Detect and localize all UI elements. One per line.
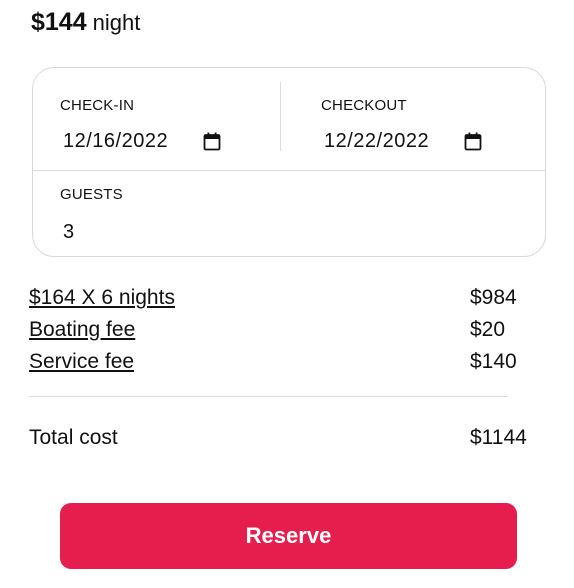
total-label: Total cost — [29, 426, 118, 449]
checkin-label: CHECK-IN — [60, 97, 135, 114]
guests-field[interactable]: GUESTS 3 — [33, 171, 545, 257]
checkout-input[interactable]: 12/22/2022 — [324, 130, 482, 153]
checkin-date-value[interactable]: 12/16/2022 — [63, 130, 201, 153]
checkin-field[interactable]: CHECK-IN 12/16/2022 — [33, 68, 280, 170]
fee-row-boating: Boating fee $20 — [29, 318, 521, 350]
service-fee-link[interactable]: Service fee — [29, 350, 134, 374]
reserve-button[interactable]: Reserve — [60, 503, 517, 569]
checkout-label: CHECKOUT — [321, 97, 407, 114]
calendar-icon[interactable] — [464, 132, 482, 151]
checkout-field[interactable]: CHECKOUT 12/22/2022 — [280, 68, 546, 170]
checkout-date-value[interactable]: 12/22/2022 — [324, 130, 462, 153]
booking-widget: $144 night CHECK-IN 12/16/2022 CHECKOUT … — [0, 0, 574, 588]
total-value: $1144 — [470, 426, 527, 449]
guests-label: GUESTS — [60, 186, 123, 203]
service-fee-value: $140 — [470, 350, 517, 373]
nightly-price: $144 night — [31, 8, 140, 37]
guests-input[interactable]: 3 — [63, 221, 74, 244]
checkin-input[interactable]: 12/16/2022 — [63, 130, 221, 153]
fee-row-service: Service fee $140 — [29, 350, 521, 382]
boating-fee-link[interactable]: Boating fee — [29, 318, 135, 342]
boating-fee-value: $20 — [470, 318, 506, 341]
nights-fee-value: $984 — [470, 286, 517, 309]
price-amount: $144 — [31, 8, 87, 36]
calendar-icon[interactable] — [203, 132, 221, 151]
fee-breakdown: $164 X 6 nights $984 Boating fee $20 Ser… — [29, 286, 521, 382]
nights-fee-link[interactable]: $164 X 6 nights — [29, 286, 175, 310]
booking-inputs: CHECK-IN 12/16/2022 CHECKOUT 12/22/2022 — [32, 67, 546, 257]
price-unit: night — [92, 10, 141, 35]
total-divider — [29, 396, 508, 397]
fee-row-nights: $164 X 6 nights $984 — [29, 286, 521, 318]
